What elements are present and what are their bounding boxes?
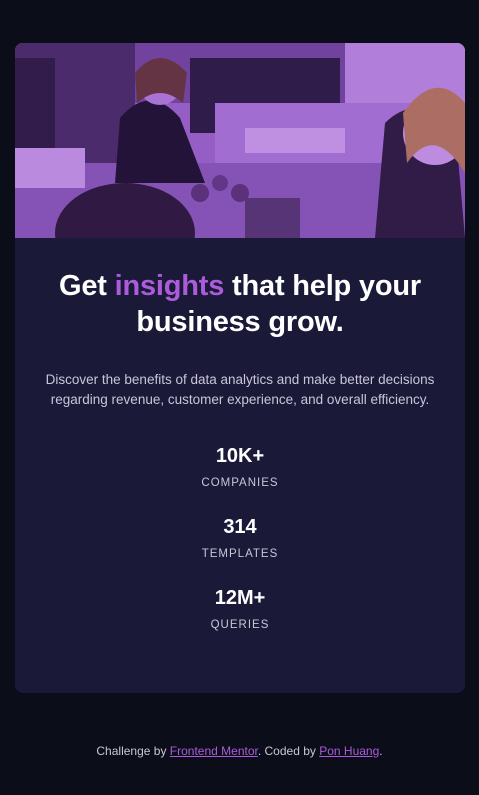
stats-preview-card: Get insights that help your business gro… (15, 43, 465, 693)
stats-list: 10K+ COMPANIES 314 TEMPLATES 12M+ QUERIE… (35, 443, 445, 632)
attribution-prefix: Challenge by (96, 744, 170, 758)
headline-text-start: Get (59, 270, 115, 302)
hero-image (15, 43, 465, 238)
frontend-mentor-link[interactable]: Frontend Mentor (170, 744, 258, 758)
attribution-middle: . Coded by (257, 744, 320, 758)
card-content: Get insights that help your business gro… (15, 238, 465, 632)
stat-label: QUERIES (210, 619, 270, 631)
stat-label: COMPANIES (201, 477, 279, 489)
image-tint-overlay (15, 43, 465, 238)
headline-accent: insights (114, 270, 225, 302)
card-headline: Get insights that help your business gro… (35, 268, 445, 340)
attribution-footer: Challenge by Frontend Mentor. Coded by P… (0, 743, 479, 759)
stat-value: 12M+ (214, 587, 266, 609)
stat-label: TEMPLATES (201, 548, 279, 560)
stat-queries: 12M+ QUERIES (35, 585, 445, 632)
stat-companies: 10K+ COMPANIES (35, 443, 445, 490)
author-link[interactable]: Pon Huang (319, 744, 379, 758)
card-description: Discover the benefits of data analytics … (45, 372, 435, 407)
attribution-suffix: . (379, 744, 383, 758)
stat-value: 10K+ (215, 445, 265, 467)
stat-templates: 314 TEMPLATES (35, 514, 445, 561)
stat-value: 314 (223, 516, 257, 538)
